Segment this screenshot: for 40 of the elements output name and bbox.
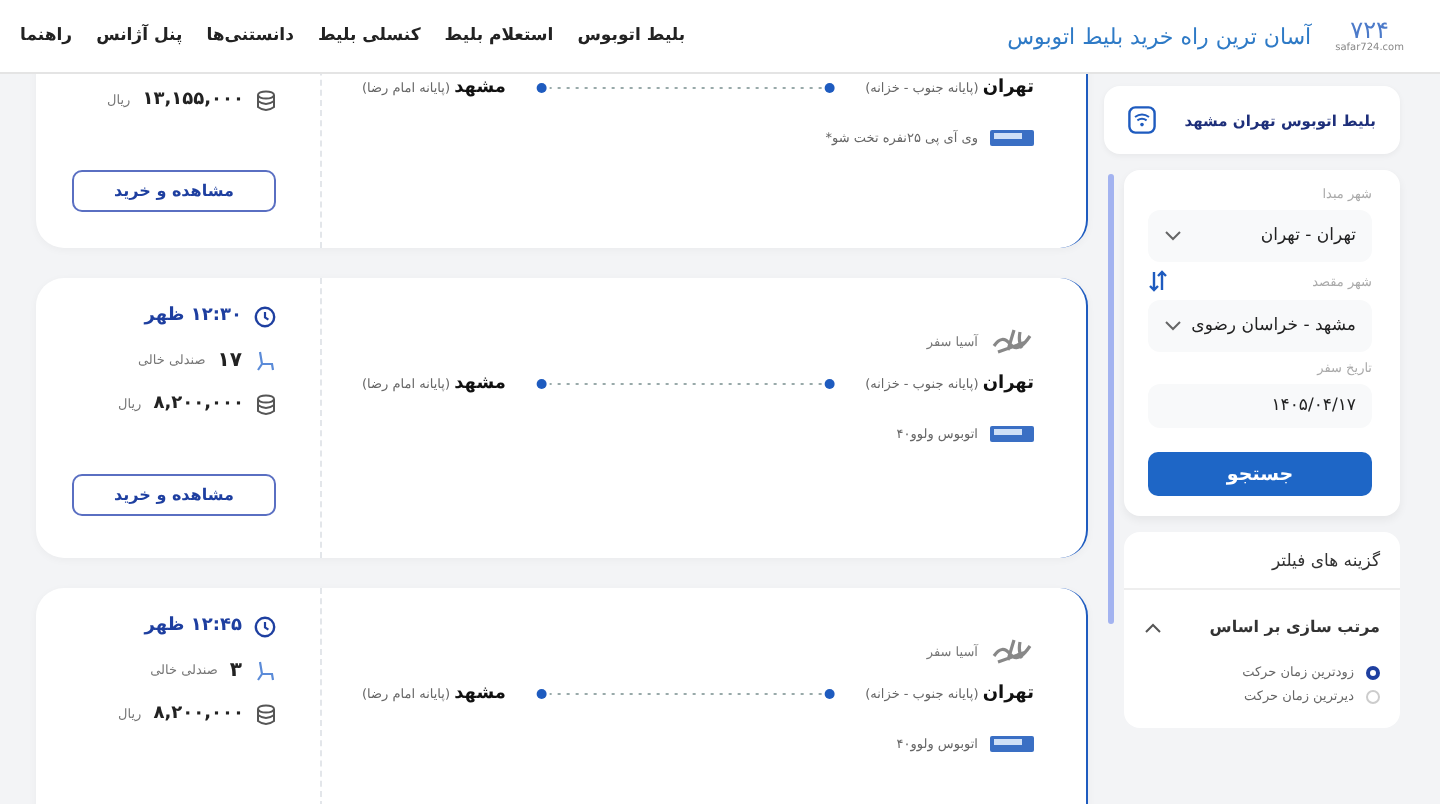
clock-icon [254,305,276,327]
origin-select[interactable]: تهران - تهران [1148,210,1372,262]
nav-link[interactable]: پنل آژانس [96,26,183,46]
company-logo [990,326,1034,358]
nav-link[interactable]: بلیط اتوبوس [577,26,686,46]
view-and-buy-button[interactable]: مشاهده و خرید [72,170,276,212]
seat-count: ۱۷ [217,349,242,371]
date-field[interactable]: ۱۴۰۵/۰۴/۱۷ [1148,384,1372,428]
coin-stack-icon [256,393,276,415]
swap-icon[interactable] [1148,270,1168,292]
scrollbar[interactable] [1108,174,1114,624]
company-logo [990,636,1034,668]
clock-icon [254,615,276,637]
site-tagline: آسان ترین راه خرید بلیط اتوبوس [1007,23,1312,49]
nav-link[interactable]: استعلام بلیط [444,26,554,46]
destination-select[interactable]: مشهد - خراسان رضوی [1148,300,1372,352]
seat-icon [254,349,276,371]
chevron-down-icon [1164,320,1182,332]
filter-title: گزینه های فیلتر [1124,532,1400,590]
ticket-price: ۸,۲۰۰,۰۰۰ [153,704,244,724]
coin-stack-icon [256,89,276,111]
seat-icon [254,659,276,681]
departure-time: ۱۲:۴۵ ظهر [144,616,242,636]
search-button[interactable]: جستجو [1148,452,1372,496]
nav-link[interactable]: کنسلی بلیط [317,26,421,46]
bus-icon [990,130,1034,146]
sort-header[interactable]: مرتب سازی بر اساس [1124,590,1400,660]
chevron-icon [1144,621,1162,633]
coin-stack-icon [256,703,276,725]
departure-time: ۱۲:۳۰ ظهر [144,306,242,326]
bus-icon [990,426,1034,442]
seat-count: ۳ [229,659,242,681]
nav-link[interactable]: دانستنی‌ها [206,26,294,46]
view-and-buy-button[interactable]: مشاهده و خرید [72,474,276,516]
nav-link[interactable]: راهنما [20,26,73,46]
bus-icon [990,736,1034,752]
wifi-icon [1128,106,1156,134]
ticket-price: ۱۳,۱۵۵,۰۰۰ [142,90,244,110]
chevron-down-icon [1164,230,1182,242]
ticket-price: ۸,۲۰۰,۰۰۰ [153,394,244,414]
